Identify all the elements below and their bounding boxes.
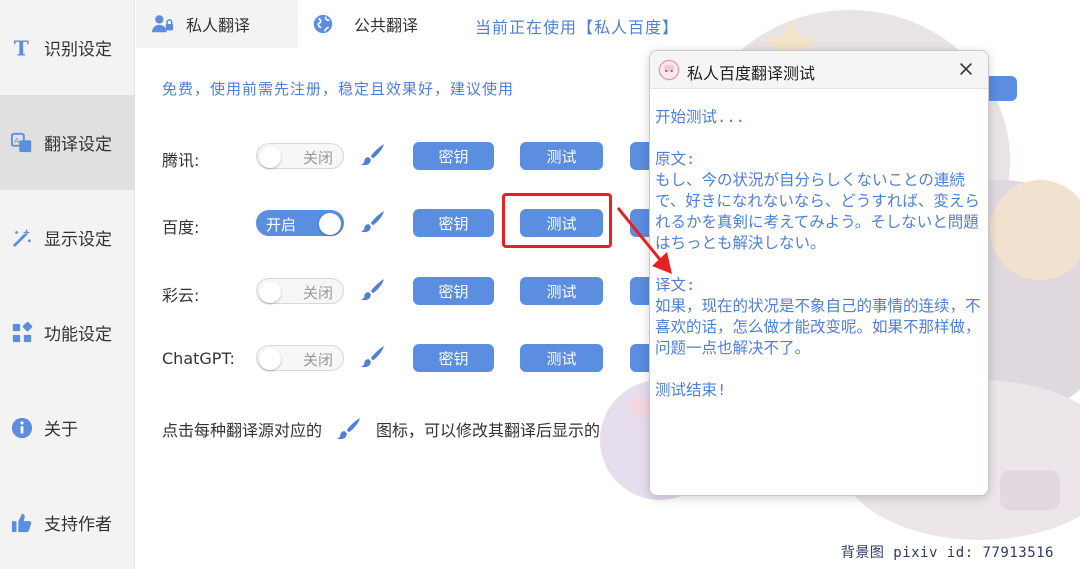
info-icon xyxy=(10,416,34,440)
brush-icon[interactable] xyxy=(360,344,386,370)
engine-label: ChatGPT: xyxy=(162,349,235,368)
brush-icon[interactable] xyxy=(360,277,386,303)
app-logo-icon xyxy=(658,59,680,81)
sidebar-item-label: 显示设定 xyxy=(44,230,112,250)
hint-text-after: 图标，可以修改其翻译后显示的 xyxy=(376,421,601,440)
sidebar-item-label: 关于 xyxy=(44,420,78,440)
sidebar-item-display-settings[interactable]: 显示设定 xyxy=(0,190,135,285)
right-action-button[interactable] xyxy=(985,76,1017,101)
toggle-knob xyxy=(259,348,281,370)
engine-toggle-caiyun[interactable]: 关闭 xyxy=(256,278,344,304)
log-start: 开始测试... xyxy=(655,108,745,126)
tab-label: 公共翻译 xyxy=(354,16,419,35)
baidu-test-dialog: 私人百度翻译测试 开始测试... 原文: もし、今の状況が自分らしくないことの連… xyxy=(649,50,989,496)
dialog-title-bar[interactable]: 私人百度翻译测试 xyxy=(650,51,988,89)
hint-text-before: 点击每种翻译源对应的 xyxy=(162,421,323,440)
source-label: 原文: xyxy=(655,150,696,168)
key-button-caiyun[interactable]: 密钥 xyxy=(413,277,494,305)
toggle-knob xyxy=(259,146,281,168)
test-button-caiyun[interactable]: 测试 xyxy=(520,277,603,305)
test-button-chatgpt[interactable]: 测试 xyxy=(520,344,603,372)
dialog-log: 开始测试... 原文: もし、今の状況が自分らしくないことの連続で、好きになれな… xyxy=(655,107,985,401)
tab-label: 私人翻译 xyxy=(186,16,251,35)
sidebar: T 识别设定 A 翻译设定 显示设定 功能设定 关于 支持作者 xyxy=(0,0,135,569)
sidebar-item-label: 功能设定 xyxy=(44,325,112,345)
engine-toggle-baidu[interactable]: 开启 xyxy=(256,210,344,236)
translate-icon: A xyxy=(10,131,34,155)
engine-label: 彩云: xyxy=(162,286,200,305)
apps-grid-icon xyxy=(10,321,34,345)
test-button-tencent[interactable]: 测试 xyxy=(520,142,603,170)
sidebar-item-support-author[interactable]: 支持作者 xyxy=(0,475,135,569)
user-lock-icon xyxy=(152,13,174,35)
toggle-label: 关闭 xyxy=(302,149,333,167)
extra-button-tencent[interactable] xyxy=(630,142,650,170)
log-end: 测试结束! xyxy=(655,381,727,399)
extra-button-caiyun[interactable] xyxy=(630,277,650,305)
engine-label: 腾讯: xyxy=(162,151,200,170)
tab-public-translation[interactable]: 公共翻译 xyxy=(312,0,418,48)
current-engine-status: 当前正在使用【私人百度】 xyxy=(475,18,680,37)
source-text: もし、今の状況が自分らしくないことの連続で、好きになれないなら、どうすれば、変え… xyxy=(655,171,980,252)
dialog-title: 私人百度翻译测试 xyxy=(687,64,816,83)
brush-icon[interactable] xyxy=(360,142,386,168)
svg-text:T: T xyxy=(14,37,29,59)
private-translation-notice: 免费，使用前需先注册，稳定且效果好，建议使用 xyxy=(162,80,515,98)
sidebar-item-label: 支持作者 xyxy=(44,515,112,535)
sidebar-item-function-settings[interactable]: 功能设定 xyxy=(0,285,135,380)
key-button-tencent[interactable]: 密钥 xyxy=(413,142,494,170)
highlight-annotation-box xyxy=(502,193,612,248)
sidebar-item-about[interactable]: 关于 xyxy=(0,380,135,475)
svg-text:A: A xyxy=(14,136,19,145)
background-credit: 背景图 pixiv id: 77913516 xyxy=(840,545,1054,561)
sidebar-item-label: 识别设定 xyxy=(44,40,112,60)
thumbs-up-icon xyxy=(10,511,34,535)
globe-icon xyxy=(312,13,334,35)
tab-private-translation[interactable]: 私人翻译 xyxy=(136,0,298,48)
engine-toggle-chatgpt[interactable]: 关闭 xyxy=(256,345,344,371)
brush-icon[interactable] xyxy=(360,209,386,235)
toggle-knob xyxy=(319,213,341,235)
tab-bar: 私人翻译 公共翻译 当前正在使用【私人百度】 xyxy=(136,0,1080,48)
red-arrow-annotation xyxy=(616,207,672,274)
close-icon[interactable] xyxy=(956,59,976,79)
toggle-knob xyxy=(259,281,281,303)
translation-text: 如果，现在的状况是不象自己的事情的连续，不喜欢的话，怎么做才能改变呢。如果不那样… xyxy=(655,297,981,357)
sidebar-item-recognition-settings[interactable]: T 识别设定 xyxy=(0,0,135,95)
brush-icon xyxy=(336,416,362,442)
sidebar-item-translation-settings[interactable]: A 翻译设定 xyxy=(0,95,135,190)
toggle-label: 关闭 xyxy=(302,284,333,302)
key-button-chatgpt[interactable]: 密钥 xyxy=(413,344,494,372)
extra-button-chatgpt[interactable] xyxy=(630,344,650,372)
magic-wand-icon xyxy=(10,226,34,250)
toggle-label: 开启 xyxy=(266,216,297,234)
translation-label: 译文: xyxy=(655,276,696,294)
brush-hint-text: 点击每种翻译源对应的 图标，可以修改其翻译后显示的 xyxy=(162,416,600,442)
engine-toggle-tencent[interactable]: 关闭 xyxy=(256,143,344,169)
sidebar-item-label: 翻译设定 xyxy=(44,135,112,155)
key-button-baidu[interactable]: 密钥 xyxy=(413,209,494,237)
text-t-icon: T xyxy=(10,36,34,60)
engine-label: 百度: xyxy=(162,218,200,237)
toggle-label: 关闭 xyxy=(302,351,333,369)
